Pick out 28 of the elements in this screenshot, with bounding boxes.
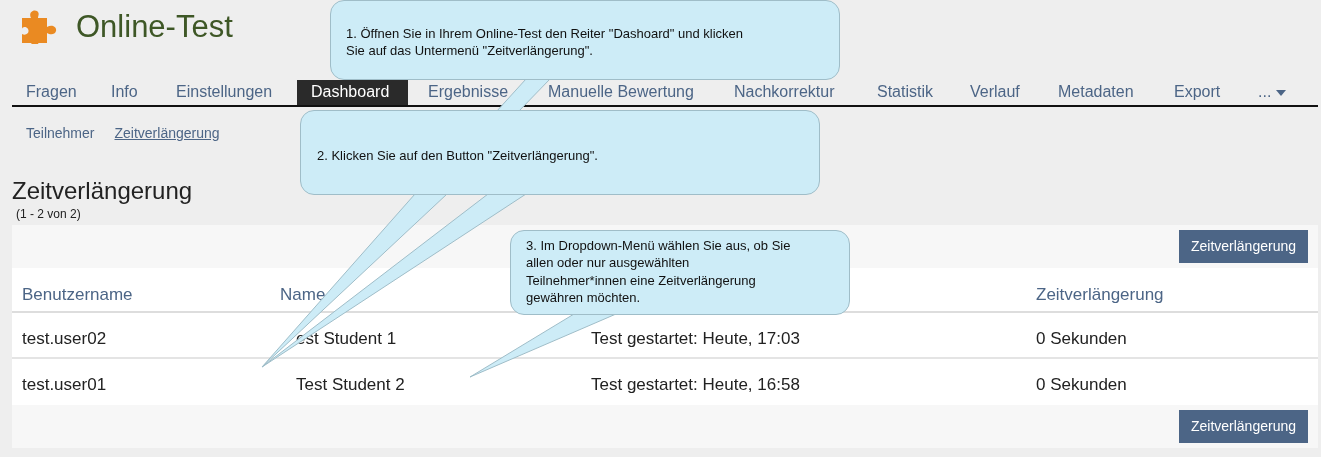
table-cell: test.user02 xyxy=(12,313,270,359)
table-cell: 0 Sekunden xyxy=(1026,313,1318,359)
caret-icon xyxy=(1276,89,1287,96)
tab[interactable]: Dashboard xyxy=(297,80,408,105)
column-header: Zeitverlängerung xyxy=(1026,268,1318,313)
table-cell-text: 0 Sekunden xyxy=(1035,374,1128,396)
callout-text: 2. Klicken Sie auf den Button "Zeitverlängerung". xyxy=(317,147,599,165)
tab[interactable]: Einstellungen xyxy=(162,80,291,105)
tab[interactable]: Verlauf xyxy=(956,80,1038,105)
table-cell-text: test.user01 xyxy=(21,374,108,396)
extension-button[interactable]: Zeitverlängerung xyxy=(1178,230,1308,263)
callout-text: 1. Öffnen Sie in Ihrem Online-Test den Reiter "Dashoard" und klicken Sie auf das Untermenü "Zeitverlängerung". xyxy=(346,25,745,60)
tab[interactable]: Fragen xyxy=(12,80,91,105)
item-count: (1 - 2 von 2) xyxy=(15,206,82,223)
tab[interactable]: Nachkorrektur xyxy=(720,80,857,105)
tab[interactable]: Info xyxy=(97,80,156,105)
tab[interactable]: Statistik xyxy=(863,80,950,105)
table-cell-text: Test Student 2 xyxy=(295,374,406,396)
table-cell-text: Test gestartet: Heute, 16:58 xyxy=(590,374,801,396)
more-menu-button[interactable]: ... xyxy=(1244,80,1287,105)
subtab-link[interactable]: Teilnehmer xyxy=(26,125,95,141)
subtab-link[interactable]: Zeitverlängerung xyxy=(114,125,220,141)
page-title: Online-Test xyxy=(76,8,233,46)
tab[interactable]: Export xyxy=(1160,80,1238,105)
column-header: Benutzername xyxy=(12,268,270,313)
tab[interactable]: Metadaten xyxy=(1044,80,1154,105)
extension-button[interactable]: Zeitverlängerung xyxy=(1178,410,1308,443)
page-heading: Zeitverlängerung xyxy=(12,177,194,205)
